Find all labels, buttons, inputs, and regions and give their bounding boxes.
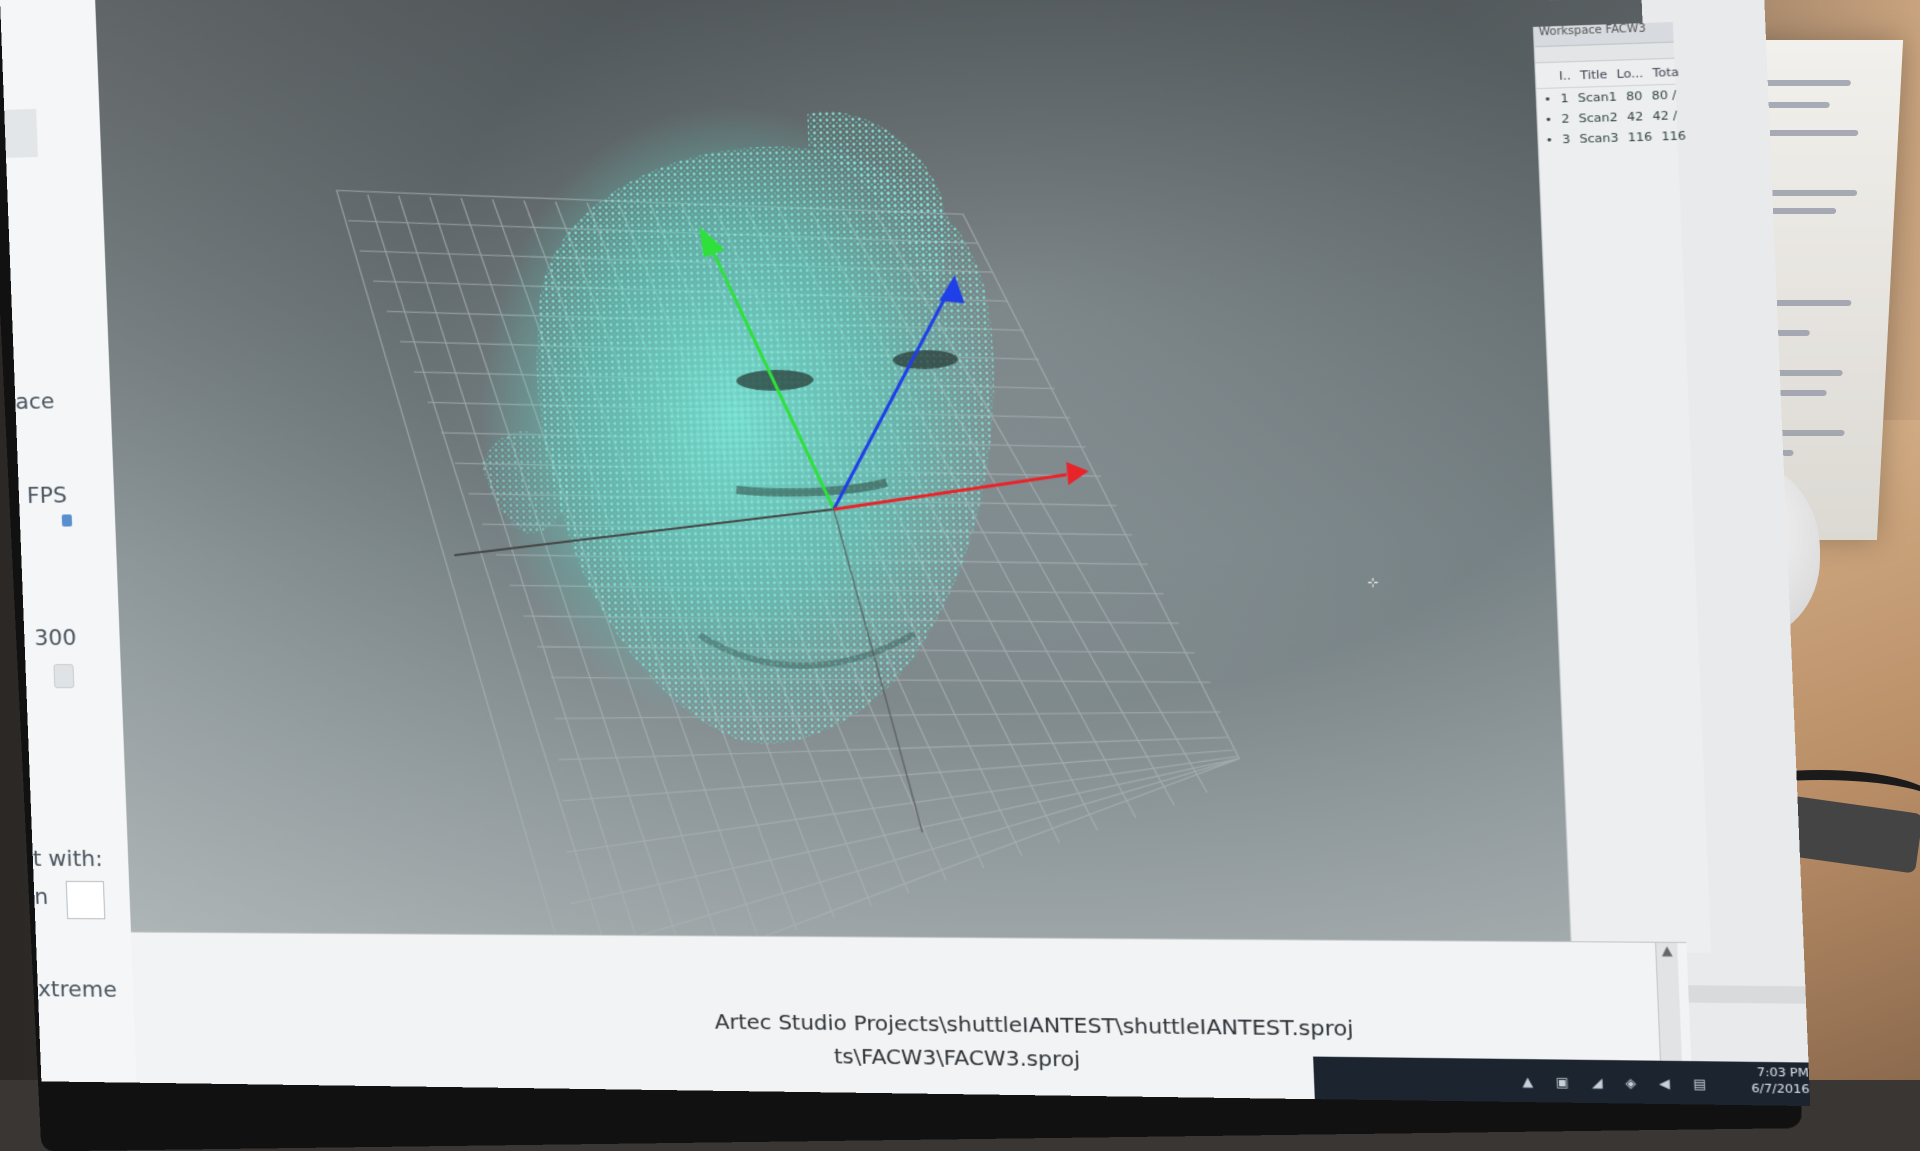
row-title: Scan2 [1578,110,1619,126]
col-title[interactable]: Title [1580,67,1608,82]
row-bullet-icon: • [1545,132,1554,147]
col-lo[interactable]: Lo... [1616,66,1643,81]
row-bullet-icon: • [1544,112,1553,127]
range-slider-thumb[interactable] [53,664,75,689]
point-cloud-face [468,98,1009,745]
quantity-stepper[interactable] [65,880,106,920]
row-total: 80 / [1651,87,1677,103]
row-title: Scan1 [1577,89,1618,106]
row-index: 1 [1560,91,1569,106]
log-scrollbar[interactable]: ▲ [1654,942,1683,1063]
mouse-cursor-icon: ⊹ [1366,574,1379,590]
row-total: 42 / [1652,108,1678,124]
monitor-screen: ace FPS 300 t with: n xtreme ⊹ Workspace… [0,0,1811,1107]
log-line: Artec Studio Projects\shuttleIANTEST\shu… [714,1008,1354,1042]
3d-viewport[interactable]: –□× ⊹ [95,0,1681,942]
row-total: 116 [1661,128,1687,144]
panel-value-300: 300 [33,625,77,652]
row-lo: 80 [1625,89,1643,104]
row-title: Scan3 [1579,130,1619,146]
panel-label-extreme: xtreme [37,977,118,1003]
row-index: 2 [1561,111,1570,127]
row-lo: 116 [1627,129,1653,145]
row-bullet-icon: • [1543,91,1552,107]
scroll-up-icon[interactable]: ▲ [1656,943,1678,958]
row-lo: 42 [1626,109,1644,125]
clock-date: 6/7/2016 [1751,1081,1810,1097]
horizontal-scrollbar[interactable] [1688,985,1807,1004]
x-axis-arrow [1066,461,1090,486]
clock-time: 7:03 PM [1756,1065,1810,1080]
stepper-value: n [33,884,49,910]
panel-block [4,108,38,158]
fps-slider-thumb[interactable] [61,514,73,527]
row-index: 3 [1561,132,1571,147]
log-line: ts\FACW3\FACW3.sproj [833,1043,1081,1072]
system-tray-icons[interactable]: ▲ ▣ ◢ ◈ ◀ ▤ [1522,1074,1716,1092]
col-total[interactable]: Tota [1652,65,1679,80]
table-row[interactable]: • 3 Scan3 116 116 [1538,126,1686,151]
taskbar: ▲ ▣ ◢ ◈ ◀ ▤ 7:03 PM 6/7/2016 [1313,1056,1811,1107]
panel-label-with: t with: [32,846,104,873]
panel-label-face: ace [14,389,55,416]
taskbar-clock[interactable]: 7:03 PM 6/7/2016 [1751,1064,1810,1097]
panel-label-fps: FPS [26,483,68,509]
col-index[interactable]: I.. [1559,69,1571,83]
